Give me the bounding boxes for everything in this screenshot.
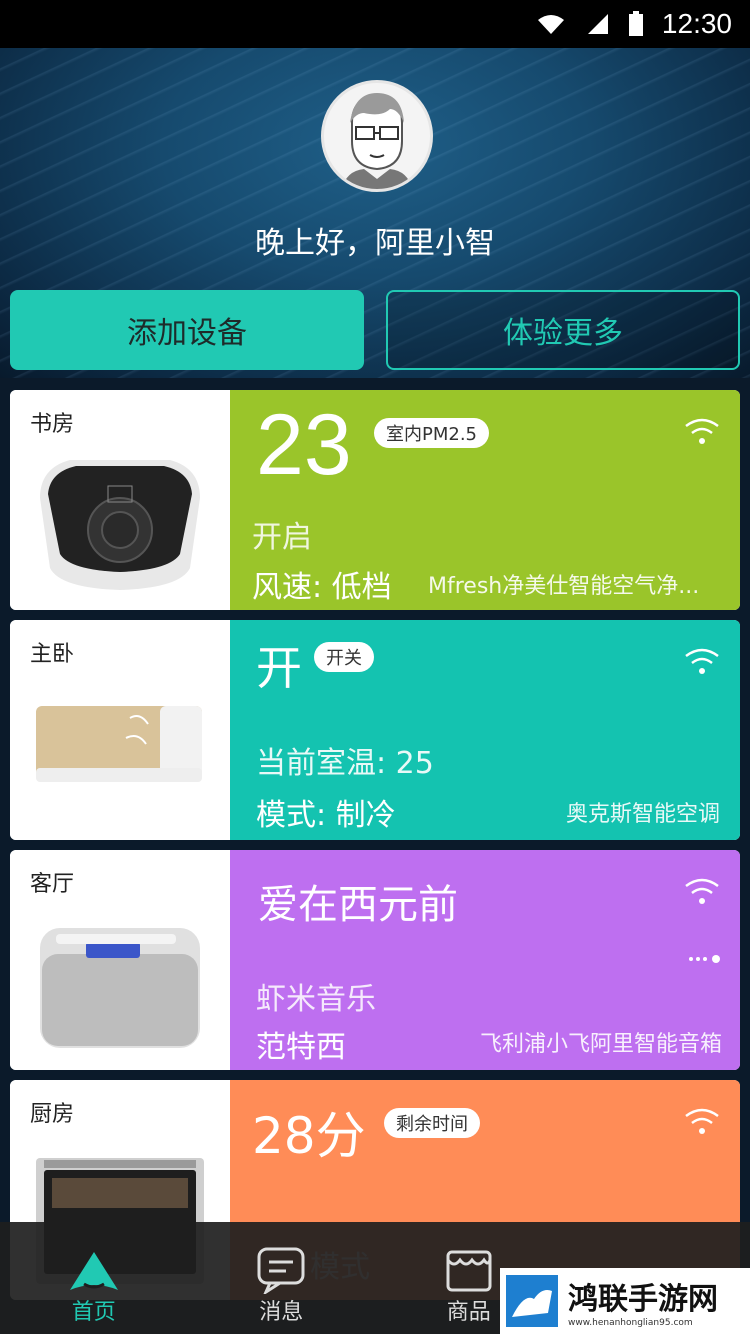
device-status: 开启	[252, 520, 312, 555]
room-label: 主卧	[30, 642, 75, 667]
store-icon	[446, 1250, 492, 1292]
wifi-icon	[685, 648, 719, 674]
signal-icon	[587, 14, 608, 34]
pm25-value: 23	[256, 397, 352, 493]
device-card-left: 客厅	[10, 850, 230, 1070]
nav-label: 消息	[259, 1300, 304, 1325]
add-device-button[interactable]: 添加设备	[10, 290, 364, 370]
room-temperature: 当前室温: 25	[256, 746, 434, 781]
room-label: 书房	[30, 412, 75, 437]
watermark-logo-icon	[506, 1275, 558, 1327]
device-card-info: 爱在西元前 虾米音乐 范特西 飞利浦小飞阿里智能音箱	[230, 850, 740, 1070]
smart-speaker-image	[40, 928, 200, 1048]
more-options-icon[interactable]	[688, 954, 722, 964]
avatar-illustration-icon	[342, 93, 412, 189]
greeting-text: 晚上好，阿里小智	[255, 226, 495, 261]
nav-home[interactable]: 首页	[0, 1222, 188, 1334]
device-card-living-room[interactable]: 客厅 爱在西元前 虾米音乐 范特西 飞利浦小飞阿里智能音箱	[10, 850, 740, 1070]
watermark-url: www.henanhonglian95.com	[568, 1318, 693, 1328]
wifi-icon	[685, 878, 719, 904]
remaining-time-badge: 剩余时间	[384, 1108, 480, 1138]
watermark-title: 鸿联手游网	[568, 1282, 718, 1317]
music-source: 虾米音乐	[256, 982, 376, 1017]
status-time: 12:30	[661, 8, 732, 39]
wifi-status-icon	[537, 15, 564, 34]
remaining-time: 28分	[252, 1107, 366, 1165]
nav-messages[interactable]: 消息	[188, 1222, 376, 1334]
ac-mode: 模式: 制冷	[256, 798, 396, 833]
device-card-info: 开 开关 当前室温: 25 模式: 制冷 奥克斯智能空调	[230, 620, 740, 840]
room-label: 客厅	[30, 872, 75, 897]
room-label: 厨房	[30, 1102, 75, 1127]
device-name: 飞利浦小飞阿里智能音箱	[479, 1032, 722, 1057]
fan-speed: 风速: 低档	[252, 570, 392, 605]
experience-more-button[interactable]: 体验更多	[386, 290, 740, 370]
device-card-study[interactable]: 书房 23 室内PM2.5 开启 风速: 低档 Mfresh净美仕智能空气净..…	[10, 390, 740, 610]
home-icon	[69, 1252, 118, 1290]
nav-label: 首页	[71, 1300, 116, 1325]
wifi-icon	[685, 418, 719, 444]
battery-icon	[628, 11, 643, 36]
pm25-badge: 室内PM2.5	[374, 418, 490, 448]
device-card-left: 书房	[10, 390, 230, 610]
watermark-badge: 鸿联手游网 www.henanhonglian95.com	[500, 1268, 750, 1334]
device-name: Mfresh净美仕智能空气净...	[428, 574, 700, 599]
air-conditioner-image	[36, 706, 202, 782]
album-name: 范特西	[256, 1030, 346, 1065]
song-title: 爱在西元前	[258, 882, 458, 928]
air-purifier-image	[40, 460, 200, 590]
device-card-bedroom[interactable]: 主卧 开 开关 当前室温: 25 模式: 制冷 奥克斯智能空调	[10, 620, 740, 840]
wifi-icon	[685, 1108, 719, 1134]
switch-badge: 开关	[314, 642, 374, 672]
device-card-info: 23 室内PM2.5 开启 风速: 低档 Mfresh净美仕智能空气净...	[230, 390, 740, 610]
message-icon	[257, 1247, 305, 1294]
avatar[interactable]	[321, 80, 433, 192]
device-name: 奥克斯智能空调	[565, 802, 720, 827]
power-state: 开	[256, 641, 302, 695]
nav-label: 商品	[446, 1300, 491, 1325]
status-bar: 12:30	[0, 0, 750, 48]
device-card-left: 主卧	[10, 620, 230, 840]
